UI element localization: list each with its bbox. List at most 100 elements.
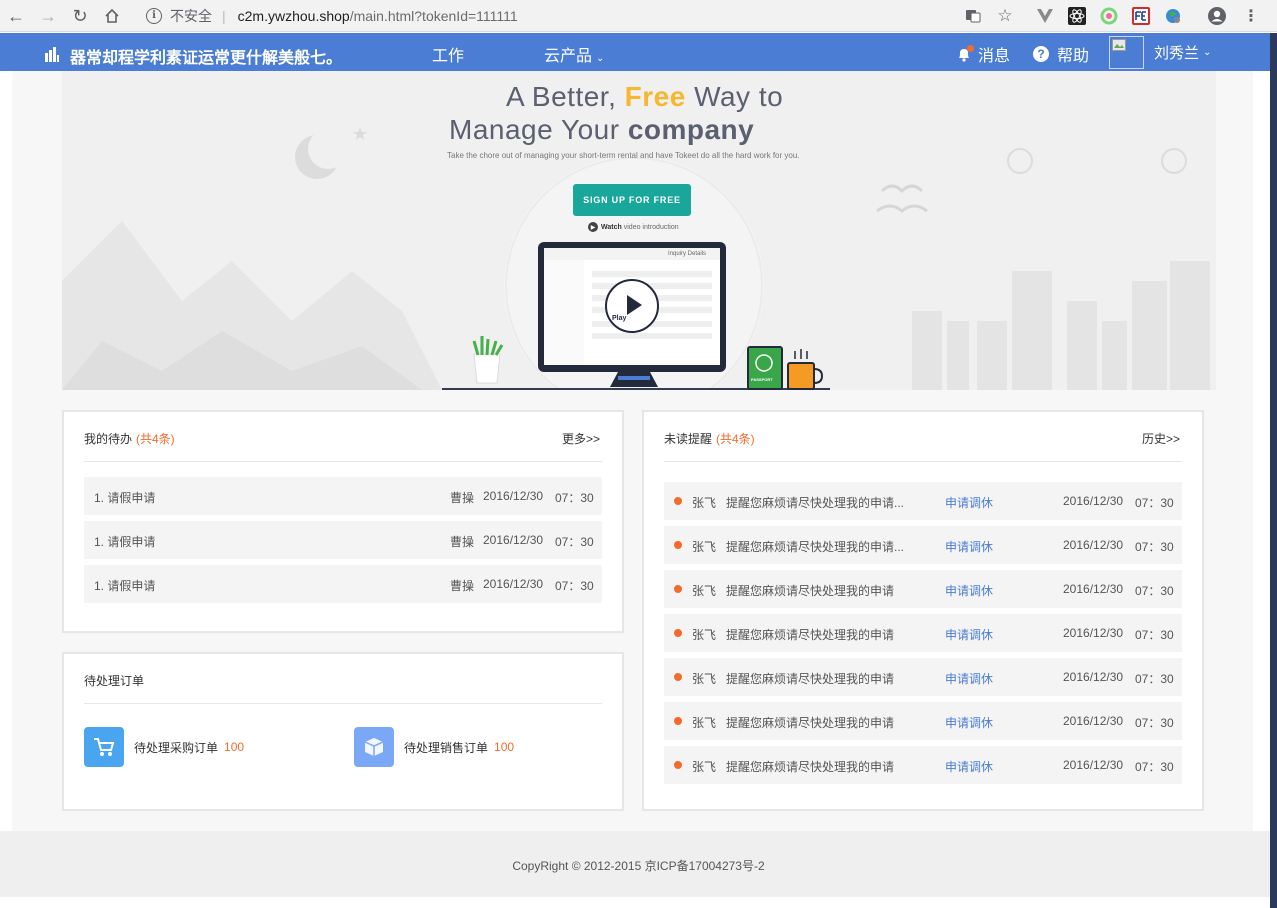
fe-extension-icon[interactable] [1131, 6, 1151, 26]
info-icon[interactable]: i [146, 7, 162, 24]
reminder-time: 07：30 [1135, 628, 1174, 642]
reminder-date: 2016/12/30 [1063, 758, 1124, 772]
hero-headline-line1: A Better, Free Way to [506, 81, 783, 113]
reminder-link[interactable]: 申请调休 [945, 670, 993, 687]
orders-panel: 待处理订单 待处理采购订单 100 待处理销售订单 100 [62, 652, 624, 811]
reminder-message: 提醒您麻烦请尽快处理我的申请 [726, 672, 895, 686]
reminders-panel: 未读提醒 (共4条) 历史>> 张飞 提醒您麻烦请尽快处理我的申请... 申请调休… [642, 410, 1204, 811]
bell-icon [956, 45, 974, 62]
nav-work[interactable]: 工作 [432, 42, 464, 66]
screen-header: Inquiry Details [668, 251, 707, 257]
reminder-person: 张飞 [692, 584, 717, 598]
insecure-label: 不安全 [170, 7, 212, 24]
globe-extension-icon[interactable] [1163, 6, 1183, 26]
todo-more-link[interactable]: 更多>> [562, 430, 600, 447]
todo-row[interactable]: 1. 请假申请 曹操 2016/12/30 07：30 [84, 477, 602, 515]
building-logo-icon [45, 47, 59, 62]
reminder-row[interactable]: 张飞 提醒您麻烦请尽快处理我的申请 申请调休 2016/12/30 07：30 [664, 702, 1182, 740]
play-icon: ▶ [588, 222, 598, 232]
hero-side-right [1216, 71, 1253, 390]
profile-icon[interactable] [1207, 6, 1227, 26]
watch-bold: Watch [601, 223, 622, 231]
address-separator: | [222, 7, 226, 24]
purchase-orders-label: 待处理采购订单 [134, 740, 219, 755]
avatar[interactable] [1109, 36, 1144, 69]
address-bar[interactable]: i 不安全 | c2m.ywzhou.shop/main.html?tokenI… [136, 3, 1026, 28]
todo-label: 1. 请假申请 [94, 491, 156, 505]
signup-button[interactable]: SIGN UP FOR FREE [573, 184, 691, 216]
reminder-row[interactable]: 张飞 提醒您麻烦请尽快处理我的申请 申请调休 2016/12/30 07：30 [664, 658, 1182, 696]
reminder-link[interactable]: 申请调休 [945, 538, 993, 555]
todo-row[interactable]: 1. 请假申请 曹操 2016/12/30 07：30 [84, 565, 602, 603]
reminder-link[interactable]: 申请调休 [945, 714, 993, 731]
todo-label: 1. 请假申请 [94, 535, 156, 549]
todo-count: (共4条) [136, 432, 175, 446]
home-icon[interactable] [100, 4, 124, 28]
hero-headline-line2: Manage Your company [449, 114, 754, 146]
reminder-time: 07：30 [1135, 760, 1174, 774]
reminders-history-link[interactable]: 历史>> [1142, 430, 1180, 447]
app-title: 器常却程学利素证运常更什解美般七。 [70, 50, 343, 67]
todo-title: 我的待办 (共4条) [84, 430, 175, 447]
reminders-title-text: 未读提醒 [664, 432, 713, 446]
todo-person: 曹操 [450, 491, 475, 505]
watch-rest: video introduction [623, 223, 679, 231]
todo-row[interactable]: 1. 请假申请 曹操 2016/12/30 07：30 [84, 521, 602, 559]
reminder-link[interactable]: 申请调休 [945, 758, 993, 775]
box-icon [354, 727, 394, 767]
reminder-time: 07：30 [1135, 716, 1174, 730]
reminder-row[interactable]: 张飞 提醒您麻烦请尽快处理我的申请 申请调休 2016/12/30 07：30 [664, 746, 1182, 784]
help-label: 帮助 [1057, 48, 1090, 65]
react-devtools-icon[interactable] [1067, 6, 1087, 26]
reload-icon[interactable]: ↻ [68, 4, 92, 28]
sales-orders-link[interactable]: 待处理销售订单 100 [354, 727, 514, 767]
reminder-row[interactable]: 张飞 提醒您麻烦请尽快处理我的申请... 申请调休 2016/12/30 07：… [664, 482, 1182, 520]
reminder-row[interactable]: 张飞 提醒您麻烦请尽快处理我的申请 申请调休 2016/12/30 07：30 [664, 614, 1182, 652]
bookmark-star-icon[interactable]: ☆ [995, 6, 1015, 26]
reminder-link[interactable]: 申请调休 [945, 582, 993, 599]
reminder-link[interactable]: 申请调休 [945, 626, 993, 643]
reminder-date: 2016/12/30 [1063, 714, 1124, 728]
reminder-message: 提醒您麻烦请尽快处理我的申请 [726, 760, 895, 774]
reminder-person: 张飞 [692, 496, 717, 510]
user-name: 刘秀兰 [1154, 45, 1200, 62]
user-menu[interactable]: 刘秀兰 ⌄ [1154, 42, 1211, 63]
translate-icon[interactable] [963, 6, 983, 26]
back-icon[interactable]: ← [4, 4, 28, 28]
reminder-message: 提醒您麻烦请尽快处理我的申请 [726, 628, 895, 642]
forward-icon[interactable]: → [36, 4, 60, 28]
reminder-time: 07：30 [1135, 496, 1174, 510]
hero-subtitle: Take the chore out of managing your shor… [447, 151, 800, 160]
purchase-orders-count: 100 [224, 740, 245, 754]
extension-ring-icon[interactable] [1099, 6, 1119, 26]
reminder-message: 提醒您麻烦请尽快处理我的申请 [726, 716, 895, 730]
purchase-orders-link[interactable]: 待处理采购订单 100 [84, 727, 244, 767]
url-host: c2m.ywzhou.shop [237, 7, 350, 24]
reminder-time: 07：30 [1135, 584, 1174, 598]
messages-button[interactable]: 消息 [956, 42, 1010, 66]
reminder-link[interactable]: 申请调休 [945, 494, 993, 511]
unread-dot-icon [674, 629, 682, 637]
vue-devtools-icon[interactable] [1035, 6, 1055, 26]
unread-dot-icon [674, 673, 682, 681]
todo-date: 2016/12/30 [483, 533, 544, 547]
reminder-row[interactable]: 张飞 提醒您麻烦请尽快处理我的申请 申请调休 2016/12/30 07：30 [664, 570, 1182, 608]
reminder-date: 2016/12/30 [1063, 494, 1124, 508]
help-button[interactable]: ? 帮助 [1033, 42, 1089, 66]
sales-orders-label: 待处理销售订单 [404, 740, 489, 755]
nav-cloud-products[interactable]: 云产品 ⌄ [544, 42, 604, 66]
reminder-row[interactable]: 张飞 提醒您麻烦请尽快处理我的申请... 申请调休 2016/12/30 07：… [664, 526, 1182, 564]
hero-company-word: company [627, 114, 755, 145]
reminders-count: (共4条) [716, 432, 755, 446]
unread-dot-icon [674, 541, 682, 549]
hero-line1-post: Way to [685, 81, 784, 112]
watch-video-link[interactable]: ▶ Watch video introduction [588, 222, 679, 232]
reminder-date: 2016/12/30 [1063, 670, 1124, 684]
unread-dot-icon [674, 761, 682, 769]
chevron-down-icon: ⌄ [596, 53, 605, 64]
divider [84, 703, 602, 704]
todo-label: 1. 请假申请 [94, 579, 156, 593]
reminder-date: 2016/12/30 [1063, 538, 1124, 552]
browser-menu-icon[interactable]: ⋮ [1241, 6, 1261, 26]
reminder-message: 提醒您麻烦请尽快处理我的申请 [726, 584, 895, 598]
